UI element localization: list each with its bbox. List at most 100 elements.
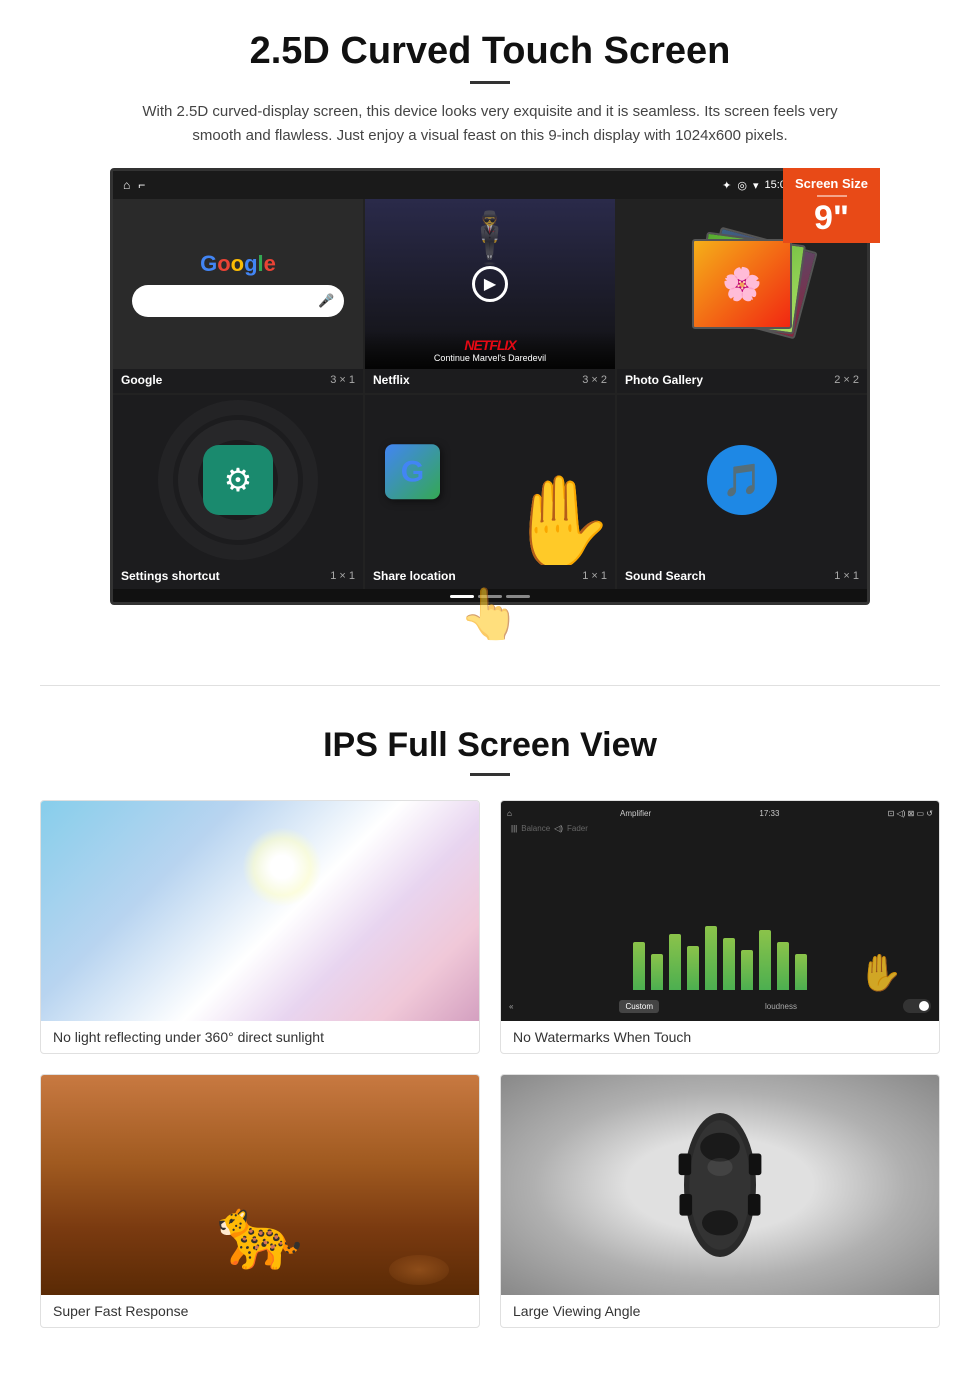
eq-bar-9 (777, 942, 789, 990)
car-image (501, 1075, 939, 1295)
g-letter-1: G (200, 251, 217, 277)
amp-touch-hand: ✋ (858, 952, 903, 994)
share-location-app-name: Share location (373, 569, 456, 583)
sunlight-image (41, 801, 479, 1021)
share-location-app-inner: G 🤚 (365, 395, 615, 565)
netflix-play-button[interactable]: ▶ (472, 266, 508, 302)
hood-highlight (707, 1158, 732, 1176)
google-label-row: Google 3 × 1 (113, 369, 363, 393)
amp-volume-icon: ◁) (554, 824, 563, 833)
sound-search-app-name: Sound Search (625, 569, 706, 583)
sound-search-icon: 🎵 (707, 445, 777, 515)
sunburst-effect (242, 827, 322, 907)
netflix-app-name: Netflix (373, 373, 410, 387)
eq-bar-5 (705, 926, 717, 990)
app-cell-share-location[interactable]: G 🤚 Share location 1 × 1 (365, 395, 615, 589)
amp-balance-label: Balance (521, 824, 550, 833)
feature-card-amplifier: ⌂ Amplifier 17:33 ⊡ ◁) ⊠ ▭ ↺ ||| Balance… (500, 800, 940, 1054)
google-search-bar[interactable]: 🎤 (132, 285, 345, 317)
google-app-name: Google (121, 373, 162, 387)
feature-card-car: Large Viewing Angle (500, 1074, 940, 1328)
gallery-label-row: Photo Gallery 2 × 2 (617, 369, 867, 393)
sound-search-app-size: 1 × 1 (834, 570, 859, 582)
amp-loudness-label: loudness (765, 1002, 797, 1011)
feature-card-cheetah: 🐆 Super Fast Response (40, 1074, 480, 1328)
amp-eq-bars (633, 910, 807, 990)
netflix-figure: 🕴 ▶ NETFLIX Continue Marvel's Daredevil (365, 199, 615, 369)
gallery-card-1: 🌸 (692, 239, 792, 329)
cheetah-image: 🐆 (41, 1075, 479, 1295)
app-cell-sound-search[interactable]: 🎵 Sound Search 1 × 1 (617, 395, 867, 589)
car-windshield-front (700, 1133, 740, 1162)
screen-size-badge: Screen Size 9" (783, 168, 880, 243)
feature-card-sunlight: No light reflecting under 360° direct su… (40, 800, 480, 1054)
sunlight-caption: No light reflecting under 360° direct su… (41, 1021, 479, 1053)
badge-divider (817, 195, 847, 197)
feature-image-grid: No light reflecting under 360° direct su… (40, 800, 940, 1328)
netflix-app-inner: 🕴 ▶ NETFLIX Continue Marvel's Daredevil (365, 199, 615, 369)
sound-search-app-inner: 🎵 (617, 395, 867, 565)
cheetah-caption: Super Fast Response (41, 1295, 479, 1327)
device-screen: ⌂ ⌐ ✦ ◎ ▾ 15:06 ⊡ ◁) ⊠ ▭ (110, 168, 870, 605)
google-app-inner: G o o g l e 🎤 (113, 199, 363, 369)
badge-label: Screen Size (795, 176, 868, 191)
section1-title: 2.5D Curved Touch Screen (60, 30, 920, 73)
maps-icon-container: G (385, 444, 440, 499)
eq-bar-4 (687, 946, 699, 990)
settings-app-name: Settings shortcut (121, 569, 220, 583)
wheel-rl (680, 1194, 693, 1216)
bluetooth-icon: ✦ (722, 179, 731, 192)
app-grid: G o o g l e 🎤 (113, 199, 867, 589)
netflix-label-row: Netflix 3 × 2 (365, 369, 615, 393)
eq-bar-8 (759, 930, 771, 990)
touch-hand-icon: 👆 (459, 586, 521, 642)
google-logo: G o o g l e (200, 251, 276, 277)
wheel-rr (748, 1194, 761, 1216)
gallery-app-size: 2 × 2 (834, 374, 859, 386)
status-left: ⌂ ⌐ (123, 178, 145, 192)
toggle-knob (919, 1001, 929, 1011)
section-ips-fullscreen: IPS Full Screen View No light reflecting… (0, 716, 980, 1368)
section-curved-touch: 2.5D Curved Touch Screen With 2.5D curve… (0, 0, 980, 655)
amp-back-icon: « (509, 1002, 513, 1011)
usb-icon: ⌐ (138, 178, 145, 192)
wheel-fr (749, 1154, 762, 1176)
amp-time: 17:33 (759, 809, 779, 818)
wifi-icon: ▾ (753, 179, 759, 192)
section1-description: With 2.5D curved-display screen, this de… (140, 100, 840, 148)
gallery-app-name: Photo Gallery (625, 373, 703, 387)
amp-eq-area: ✋ (507, 838, 933, 994)
eq-bar-3 (669, 934, 681, 990)
g-letter-6: e (264, 251, 276, 277)
amp-controls-row: ||| Balance ◁) Fader (507, 822, 933, 835)
section-divider (40, 685, 940, 686)
g-letter-4: g (244, 251, 257, 277)
app-cell-google[interactable]: G o o g l e 🎤 (113, 199, 363, 393)
amp-home-icon: ⌂ (507, 809, 512, 818)
netflix-app-size: 3 × 2 (582, 374, 607, 386)
section2-title: IPS Full Screen View (40, 726, 940, 765)
app-cell-settings[interactable]: ⚙ Settings shortcut 1 × 1 (113, 395, 363, 589)
g-letter-2: o (217, 251, 230, 277)
car-caption: Large Viewing Angle (501, 1295, 939, 1327)
netflix-logo: NETFLIX (371, 337, 609, 353)
screen-mockup: Screen Size 9" ⌂ ⌐ ✦ ◎ ▾ 1 (110, 168, 870, 605)
amp-loudness-toggle[interactable] (903, 999, 931, 1013)
home-icon: ⌂ (123, 178, 130, 192)
amp-custom-button[interactable]: Custom (619, 1000, 659, 1013)
hand-pointing-icon: 🤚 (503, 470, 615, 565)
touch-hand-visual: 👆 (60, 585, 920, 645)
settings-icon: ⚙ (203, 445, 273, 515)
flower-icon: 🌸 (722, 265, 762, 303)
amplifier-image: ⌂ Amplifier 17:33 ⊡ ◁) ⊠ ▭ ↺ ||| Balance… (501, 801, 939, 1021)
settings-app-inner: ⚙ (113, 395, 363, 565)
amp-bottom-bar: « Custom loudness (507, 997, 933, 1015)
maps-icon: G (385, 444, 440, 499)
share-location-app-size: 1 × 1 (582, 570, 607, 582)
netflix-overlay: NETFLIX Continue Marvel's Daredevil (365, 331, 615, 369)
cheetah-emoji: 🐆 (216, 1193, 303, 1275)
app-cell-netflix[interactable]: 🕴 ▶ NETFLIX Continue Marvel's Daredevil … (365, 199, 615, 393)
eq-bar-7 (741, 950, 753, 990)
amp-icons: ⊡ ◁) ⊠ ▭ ↺ (888, 809, 933, 818)
wheel-fl (679, 1154, 692, 1176)
